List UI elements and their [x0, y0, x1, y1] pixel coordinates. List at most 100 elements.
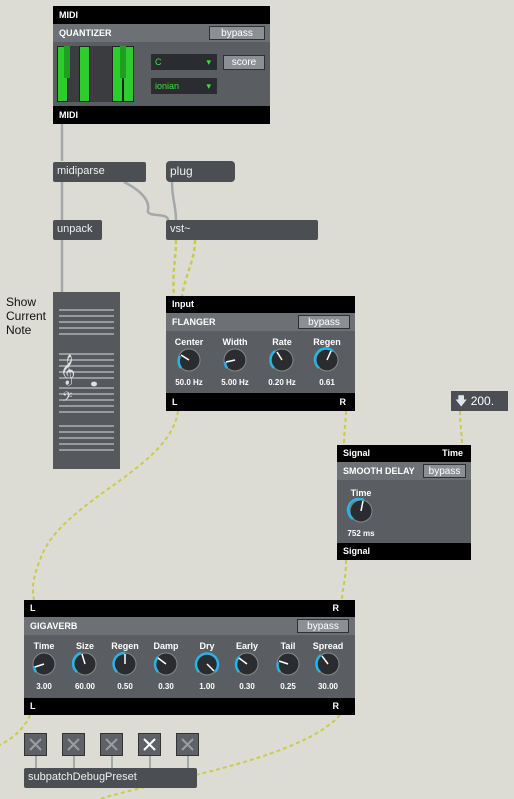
- subpatch-label: subpatchDebugPreset: [28, 771, 137, 783]
- gigaverb-output-bar: L R: [24, 698, 355, 715]
- dial-icon: [346, 497, 373, 523]
- staff-lines: 𝄞 𝄢: [59, 309, 114, 451]
- knob-value: 60.00: [74, 682, 96, 691]
- piano-key-e[interactable]: [79, 46, 90, 102]
- knob-value: 752 ms: [347, 529, 375, 538]
- midiparse-object[interactable]: midiparse: [53, 162, 146, 182]
- key-dropdown-value: C: [155, 57, 162, 67]
- comment-line-2: Current: [6, 309, 47, 323]
- toggle-5[interactable]: [176, 733, 199, 756]
- piano-keyboard[interactable]: [57, 46, 137, 104]
- piano-key-csharp[interactable]: [64, 46, 70, 78]
- gigaverb-knob-dry[interactable]: Dry 1.00: [189, 641, 225, 691]
- knob-label: Dry: [199, 641, 215, 651]
- gigaverb-knob-size[interactable]: Size 60.00: [67, 641, 103, 691]
- piano-key-g[interactable]: [101, 46, 112, 102]
- quantizer-bypass-button[interactable]: bypass: [209, 26, 265, 40]
- flanger-input-bar: Input: [166, 296, 355, 313]
- flanger-out-right: R: [339, 397, 347, 407]
- knob-label: Regen: [313, 337, 341, 347]
- unpack-label: unpack: [57, 223, 93, 235]
- dial-icon: [194, 652, 220, 676]
- knob-label: Size: [75, 641, 94, 651]
- flanger-device: Input FLANGER bypass Center 50.0 Hz Widt…: [166, 296, 355, 411]
- knob-value: 1.00: [199, 682, 215, 691]
- smooth-delay-output-bar: Signal: [337, 543, 471, 560]
- gigaverb-in-right: R: [332, 603, 340, 613]
- flanger-knob-regen[interactable]: Regen 0.61: [309, 337, 345, 387]
- knob-value: 5.00 Hz: [221, 378, 249, 387]
- svg-text:𝄢: 𝄢: [62, 389, 72, 408]
- chevron-down-icon: ▾: [206, 57, 211, 67]
- quantizer-midi-in-bar: MIDI: [53, 6, 270, 24]
- dial-icon: [223, 348, 247, 372]
- knob-value: 0.25: [280, 682, 296, 691]
- flanger-output-bar: L R: [166, 393, 355, 411]
- scale-dropdown[interactable]: ionian ▾: [151, 78, 217, 94]
- scale-dropdown-value: ionian: [155, 81, 180, 91]
- smooth-delay-panel: SMOOTH DELAY bypass Time 752 ms: [337, 462, 471, 543]
- smooth-delay-input-bar: Signal Time: [337, 445, 471, 462]
- plug-object[interactable]: plug: [166, 161, 235, 182]
- smooth-delay-device: Signal Time SMOOTH DELAY bypass Time 752…: [337, 445, 471, 560]
- flanger-knob-rate[interactable]: Rate 0.20 Hz: [264, 337, 300, 387]
- midiparse-label: midiparse: [57, 165, 105, 177]
- gigaverb-knob-damp[interactable]: Damp 0.30: [148, 641, 184, 691]
- note-staff-display[interactable]: 𝄞 𝄢: [53, 292, 120, 469]
- vst-object[interactable]: vst~: [166, 220, 318, 240]
- knob-value: 0.20 Hz: [268, 378, 296, 387]
- dial-icon: [71, 651, 97, 676]
- gigaverb-knob-spread[interactable]: Spread 30.00: [310, 641, 346, 691]
- chevron-down-icon: ▾: [206, 81, 211, 91]
- flanger-knob-width[interactable]: Width 5.00 Hz: [217, 337, 253, 387]
- x-icon: [105, 738, 118, 751]
- flanger-bypass-button[interactable]: bypass: [298, 315, 350, 329]
- x-icon: [143, 738, 156, 751]
- number-box-value: 200.: [470, 394, 495, 408]
- x-icon: [181, 738, 194, 751]
- toggle-3[interactable]: [100, 733, 123, 756]
- quantizer-device: MIDI QUANTIZER bypass C ▾ ionian ▾ score…: [53, 6, 270, 124]
- score-button[interactable]: score: [223, 55, 265, 70]
- flanger-knob-center[interactable]: Center 50.0 Hz: [171, 337, 207, 387]
- gigaverb-bypass-button[interactable]: bypass: [297, 619, 349, 633]
- gigaverb-knob-early[interactable]: Early 0.30: [229, 641, 265, 691]
- key-dropdown[interactable]: C ▾: [151, 54, 217, 70]
- dial-icon: [153, 652, 178, 676]
- gigaverb-panel: GIGAVERB bypass Time 3.00 Size 60.00 Reg…: [24, 617, 355, 698]
- subpatch-debug-preset-object[interactable]: subpatchDebugPreset: [24, 768, 197, 788]
- comment-line-3: Note: [6, 323, 32, 337]
- piano-key-asharp[interactable]: [120, 46, 126, 78]
- gigaverb-input-bar: L R: [24, 600, 355, 617]
- gigaverb-out-left: L: [30, 701, 36, 711]
- toggle-1[interactable]: [24, 733, 47, 756]
- knob-label: Early: [235, 641, 259, 651]
- knob-label: Time: [350, 488, 372, 498]
- gigaverb-knob-time[interactable]: Time 3.00: [26, 641, 62, 691]
- knob-label: Width: [222, 337, 248, 347]
- knob-value: 0.50: [117, 682, 133, 691]
- piano-key-f[interactable]: [90, 46, 101, 102]
- show-current-note-comment: Show Current Note: [6, 295, 46, 337]
- knob-label: Damp: [153, 641, 179, 651]
- knob-value: 0.30: [158, 682, 174, 691]
- gigaverb-knob-regen[interactable]: Regen 0.50: [107, 641, 143, 691]
- dial-icon: [313, 347, 339, 372]
- smooth-delay-bypass-button[interactable]: bypass: [423, 464, 466, 478]
- smooth-delay-signal-in: Signal: [343, 448, 371, 458]
- knob-value: 0.61: [319, 378, 335, 387]
- knob-value: 50.0 Hz: [175, 378, 203, 387]
- number-box[interactable]: 🡇 200.: [451, 391, 508, 411]
- unpack-object[interactable]: unpack: [53, 220, 102, 240]
- knob-value: 3.00: [36, 682, 52, 691]
- knob-value: 30.00: [317, 682, 339, 691]
- dial-icon: [269, 348, 294, 372]
- toggle-4[interactable]: [138, 733, 161, 756]
- dial-icon: [276, 652, 300, 676]
- gigaverb-knob-tail[interactable]: Tail 0.25: [270, 641, 306, 691]
- smooth-delay-knob-time[interactable]: Time 752 ms: [343, 488, 379, 538]
- knob-label: Spread: [312, 641, 344, 651]
- toggle-2[interactable]: [62, 733, 85, 756]
- dial-icon: [315, 652, 340, 676]
- knob-label: Regen: [111, 641, 139, 651]
